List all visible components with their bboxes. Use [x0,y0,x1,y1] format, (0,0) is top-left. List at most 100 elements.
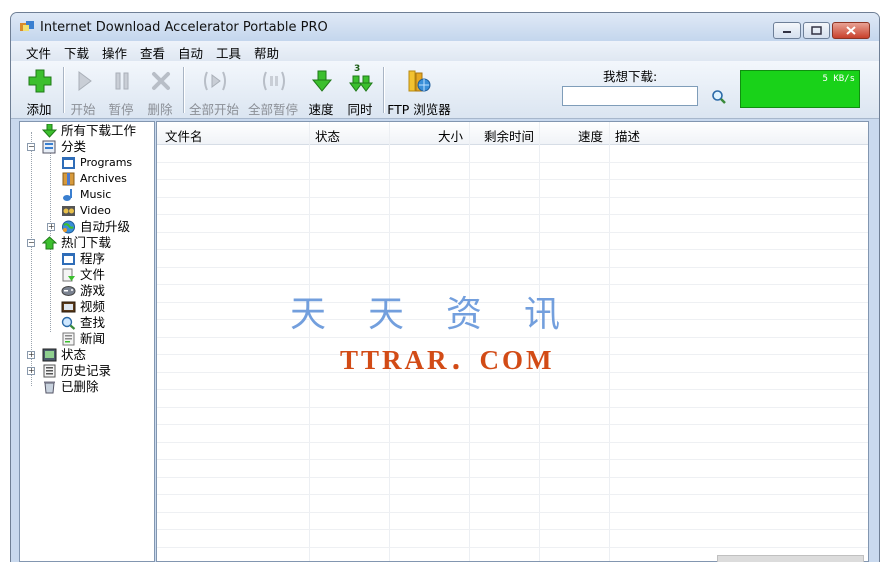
row-gridline [157,249,868,250]
row-gridline [157,424,868,425]
tree-label: 所有下载工作 [61,123,137,138]
column-description[interactable]: 描述 [615,126,640,145]
column-divider [309,122,310,561]
collapse-toggle[interactable]: − [27,239,35,247]
tree-label: Video [80,204,111,217]
row-gridline [157,529,868,530]
minimize-button[interactable] [773,22,801,39]
speed-readout: 5 KB/s [822,74,855,84]
pause-icon [115,72,129,90]
video-icon [62,206,75,216]
music-icon [63,189,72,201]
window-title: Internet Download Accelerator Portable P… [40,20,328,35]
hot-downloads-icon [42,236,57,250]
simultaneous-button[interactable]: 3 同时 [340,64,380,117]
simultaneous-label: 同时 [347,102,373,117]
category-tree: 所有下载工作 − 分类 Programs Archives Music Vide… [19,121,155,562]
tree-label: 自动升级 [80,219,131,234]
row-gridline [157,214,868,215]
tree-label: 已删除 [61,379,99,394]
search-icon [61,316,76,330]
pause-all-button[interactable]: 全部暂停 [248,66,298,117]
tree-label: 视频 [80,299,106,314]
menu-download[interactable]: 下载 [64,43,89,62]
want-download-label: 我想下载: [603,69,658,84]
close-button[interactable] [832,22,870,39]
row-gridline [157,231,868,233]
column-filename[interactable]: 文件名 [165,126,203,145]
expand-toggle[interactable]: + [47,223,55,231]
menu-auto[interactable]: 自动 [178,43,203,62]
simultaneous-arrows-icon [349,75,373,92]
ftp-browser-label: FTP 浏览器 [387,102,451,117]
maximize-icon [811,26,822,35]
archives-icon [62,172,75,186]
list-header: 文件名 状态 大小 剩余时间 速度 描述 [157,122,868,145]
programs-icon [62,253,75,265]
watermark-chinese: 天天资讯 [290,294,603,335]
column-time-left[interactable]: 剩余时间 [484,126,534,145]
menu-action[interactable]: 操作 [102,43,127,62]
search-icon[interactable] [711,89,727,105]
row-gridline [157,459,868,460]
tree-label: 查找 [80,315,106,330]
download-arrow-icon [42,124,57,138]
tree-label: 分类 [61,139,87,154]
menu-bar: 文件 下载 操作 查看 自动 工具 帮助 [11,41,879,61]
gamepad-icon [61,286,76,296]
tree-label: 游戏 [80,283,106,298]
ftp-browser-button[interactable]: FTP 浏览器 [387,66,451,117]
speed-arrow-icon [311,70,333,92]
menu-help[interactable]: 帮助 [254,43,279,62]
row-gridline [157,179,868,180]
row-gridline [157,389,868,390]
maximize-button[interactable] [803,22,830,39]
tree-label: Programs [80,156,133,169]
files-icon [62,268,75,282]
row-gridline [157,476,868,478]
tree-label: 文件 [80,267,106,282]
menu-view[interactable]: 查看 [140,43,165,62]
toolbar-separator [383,67,384,113]
title-bar[interactable]: Internet Download Accelerator Portable P… [11,13,879,41]
row-gridline [157,494,868,495]
menu-file[interactable]: 文件 [26,43,51,62]
tree-line [31,132,32,386]
row-gridline [157,546,868,548]
column-divider [609,122,610,561]
tree-label: 程序 [80,251,106,266]
app-icon [20,21,34,31]
pause-all-icon [263,71,285,91]
add-icon [28,69,52,93]
toolbar: 添加 开始 暂停 删除 全部开始 全部暂停 速度 3 同时 FTP 浏览器 我想… [11,61,879,119]
programs-icon [62,157,75,169]
expand-toggle[interactable]: + [27,351,35,359]
tree-label: 新闻 [80,331,106,346]
want-download-input[interactable] [562,86,698,106]
trash-icon [44,381,55,394]
column-speed[interactable]: 速度 [578,126,603,145]
delete-label: 删除 [147,102,173,117]
tree-line [50,246,51,332]
start-all-icon [204,71,226,91]
column-size[interactable]: 大小 [438,126,463,145]
column-status[interactable]: 状态 [315,126,340,145]
close-icon [846,26,856,35]
status-icon [42,348,57,362]
watermark-url: TTRAR．COM [340,345,555,375]
auto-update-globe-icon [62,220,75,234]
menu-tools[interactable]: 工具 [216,43,241,62]
tree-label: Archives [80,172,127,185]
start-all-label: 全部开始 [188,102,239,117]
tree-label: 热门下载 [61,235,112,250]
tree-label: Music [80,188,112,201]
minimize-icon [783,30,791,33]
start-all-button[interactable]: 全部开始 [189,66,239,117]
ftp-browser-icon [408,70,431,92]
speed-graph: 5 KB/s [740,70,860,108]
tv-icon [61,301,76,313]
delete-button[interactable]: 删除 [140,66,180,117]
play-icon [78,71,92,91]
expand-toggle[interactable]: + [27,367,35,375]
collapse-toggle[interactable]: − [27,143,35,151]
